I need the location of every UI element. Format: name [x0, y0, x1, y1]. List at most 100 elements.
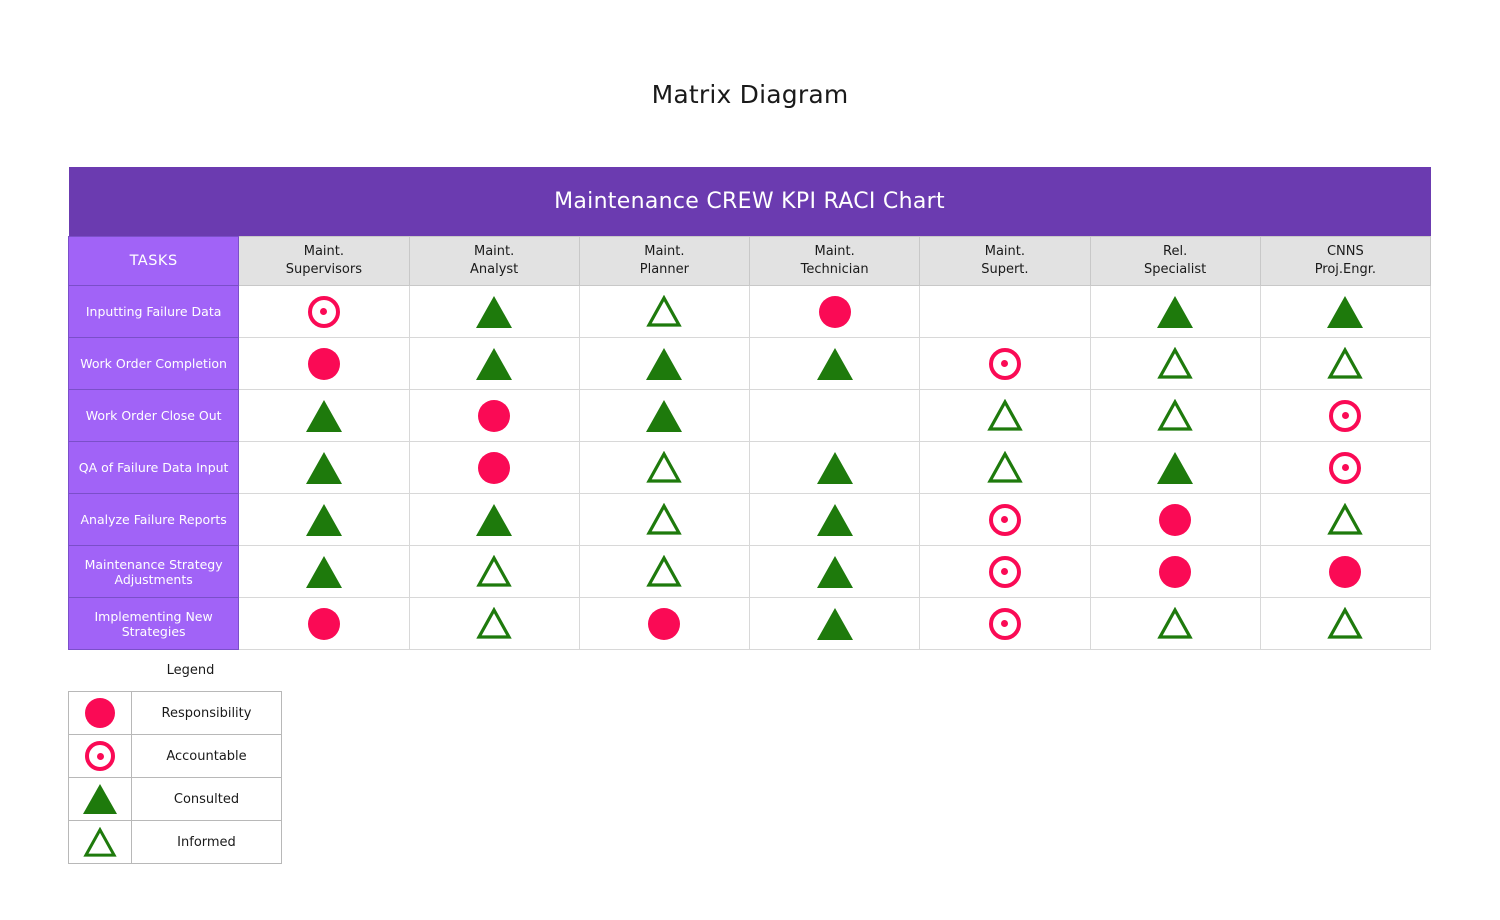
column-header-line1: CNNS — [1326, 244, 1364, 260]
legend-row: Informed — [68, 820, 282, 864]
matrix-cell[interactable] — [919, 545, 1091, 598]
matrix-cell[interactable] — [578, 545, 751, 598]
column-header-line1: Maint. — [644, 244, 685, 260]
ring-dot-icon — [1329, 451, 1362, 484]
task-label-cell[interactable]: Maintenance Strategy Adjustments — [67, 545, 240, 598]
matrix-cell[interactable] — [1089, 597, 1261, 650]
task-label-cell[interactable]: Work Order Close Out — [67, 389, 240, 442]
column-header-maint-technician: Maint. Technician — [748, 236, 921, 286]
column-header-maint-supervisors: Maint. Supervisors — [238, 236, 410, 286]
matrix-cell[interactable] — [238, 337, 410, 390]
filled-triangle-icon — [476, 295, 513, 328]
matrix-cell[interactable] — [408, 493, 580, 546]
matrix-cell[interactable] — [919, 441, 1091, 494]
legend-symbol-cell — [68, 820, 132, 864]
matrix-cell[interactable] — [748, 545, 921, 598]
column-header-line2: Specialist — [1143, 262, 1207, 277]
matrix-cell[interactable] — [1259, 545, 1432, 598]
task-label-cell[interactable]: Analyze Failure Reports — [67, 493, 240, 546]
hollow-triangle-icon — [1157, 346, 1193, 380]
matrix-cell[interactable] — [748, 389, 921, 442]
matrix-cell[interactable] — [1259, 441, 1432, 494]
hollow-triangle-icon — [646, 450, 683, 484]
task-label-cell[interactable]: Work Order Completion — [67, 337, 240, 390]
hollow-triangle-icon — [987, 398, 1023, 432]
column-header-line2: Planner — [639, 262, 689, 277]
matrix-cell[interactable] — [919, 285, 1091, 338]
filled-triangle-icon — [305, 399, 342, 432]
matrix-cell[interactable] — [408, 597, 580, 650]
matrix-cell[interactable] — [748, 493, 921, 546]
matrix-cell[interactable] — [408, 545, 580, 598]
hollow-triangle-icon — [83, 826, 117, 858]
matrix-cell[interactable] — [578, 441, 751, 494]
matrix-cell[interactable] — [919, 389, 1091, 442]
filled-triangle-icon — [305, 503, 342, 536]
matrix-cell[interactable] — [238, 285, 410, 338]
filled-circle-icon — [1329, 555, 1362, 588]
column-header-line2: Supert. — [981, 262, 1029, 277]
matrix-cell[interactable] — [238, 441, 410, 494]
matrix-cell[interactable] — [919, 337, 1091, 390]
matrix-cell[interactable] — [238, 389, 410, 442]
matrix-cell[interactable] — [1259, 389, 1432, 442]
matrix-cell[interactable] — [1089, 441, 1261, 494]
legend-label: Consulted — [131, 777, 282, 821]
matrix-cell[interactable] — [1089, 493, 1261, 546]
filled-circle-icon — [478, 399, 511, 432]
matrix-row: Implementing New Strategies — [67, 597, 1432, 650]
hollow-triangle-icon — [1157, 398, 1193, 432]
hollow-triangle-icon — [646, 294, 683, 328]
legend-label: Informed — [131, 820, 282, 864]
column-header-maint-planner: Maint. Planner — [578, 236, 751, 286]
legend-label: Responsibility — [131, 691, 282, 735]
matrix-cell[interactable] — [238, 545, 410, 598]
matrix-cell[interactable] — [1259, 285, 1432, 338]
matrix-cell[interactable] — [578, 285, 751, 338]
matrix-cell[interactable] — [919, 493, 1091, 546]
column-header-line2: Analyst — [469, 262, 519, 277]
matrix-header-row: TASKS Maint. Supervisors Maint. Analyst … — [67, 236, 1432, 286]
matrix-cell[interactable] — [748, 285, 921, 338]
hollow-triangle-icon — [646, 554, 683, 588]
matrix-cell[interactable] — [238, 493, 410, 546]
ring-dot-icon — [1329, 399, 1362, 432]
task-label-cell[interactable]: QA of Failure Data Input — [67, 441, 240, 494]
filled-triangle-icon — [816, 503, 853, 536]
task-label-cell[interactable]: Inputting Failure Data — [67, 285, 240, 338]
matrix-cell[interactable] — [408, 441, 580, 494]
matrix-cell[interactable] — [748, 337, 921, 390]
filled-triangle-icon — [476, 503, 513, 536]
matrix-cell[interactable] — [578, 337, 751, 390]
filled-triangle-icon — [305, 555, 342, 588]
matrix-cell[interactable] — [1089, 389, 1261, 442]
matrix-cell[interactable] — [1089, 285, 1261, 338]
matrix-cell[interactable] — [919, 597, 1091, 650]
legend-symbol-cell — [68, 691, 132, 735]
filled-circle-icon — [648, 607, 681, 640]
filled-triangle-icon — [646, 399, 683, 432]
matrix-cell[interactable] — [408, 285, 580, 338]
matrix-banner-row: Maintenance CREW KPI RACI Chart — [68, 167, 1431, 237]
matrix-row: Inputting Failure Data — [67, 285, 1432, 338]
task-label-cell[interactable]: Implementing New Strategies — [67, 597, 240, 650]
matrix-cell[interactable] — [238, 597, 410, 650]
ring-dot-icon — [988, 607, 1021, 640]
matrix-cell[interactable] — [578, 597, 751, 650]
matrix-cell[interactable] — [1259, 337, 1432, 390]
hollow-triangle-icon — [646, 502, 683, 536]
matrix-cell[interactable] — [1259, 597, 1432, 650]
matrix-cell[interactable] — [748, 597, 921, 650]
matrix-cell[interactable] — [578, 389, 751, 442]
matrix-cell[interactable] — [1089, 545, 1261, 598]
matrix-cell[interactable] — [1089, 337, 1261, 390]
matrix-cell[interactable] — [578, 493, 751, 546]
filled-circle-icon — [85, 698, 115, 728]
filled-triangle-icon — [816, 347, 853, 380]
matrix-cell[interactable] — [408, 389, 580, 442]
matrix-cell[interactable] — [408, 337, 580, 390]
matrix-cell[interactable] — [748, 441, 921, 494]
matrix-cell[interactable] — [1259, 493, 1432, 546]
column-header-maint-analyst: Maint. Analyst — [408, 236, 580, 286]
legend-table: Responsibility Accountable Consulted Inform… — [68, 691, 282, 864]
